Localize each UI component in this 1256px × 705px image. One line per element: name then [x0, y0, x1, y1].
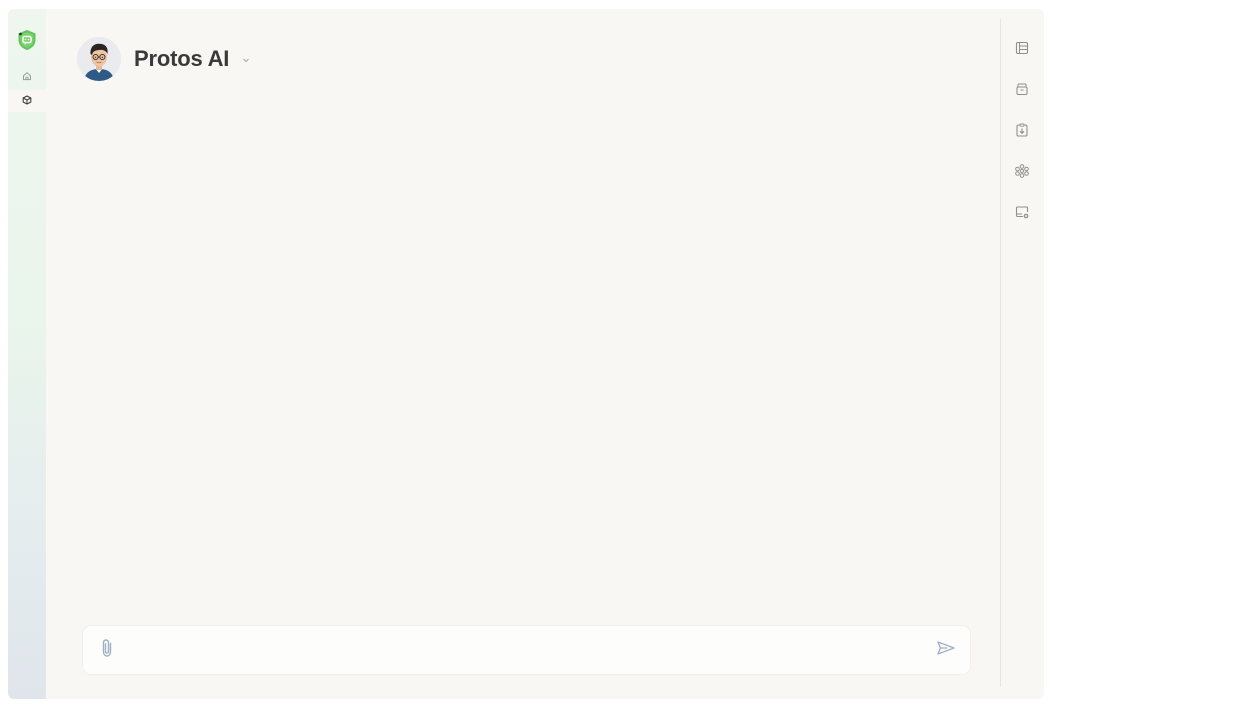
agent-selector[interactable]: Protos AI: [77, 37, 251, 81]
list-panel-icon: [1014, 40, 1030, 61]
app-window: Protos AI: [8, 9, 1044, 699]
nav-agents-button[interactable]: [8, 90, 46, 112]
agent-name: Protos AI: [134, 46, 230, 71]
right-toolbar: [1001, 9, 1044, 699]
integrations-button[interactable]: [1012, 163, 1032, 183]
avatar: [77, 37, 121, 81]
screen-settings-button[interactable]: [1012, 204, 1032, 224]
cube-icon: [22, 92, 32, 110]
flower-network-icon: [1014, 163, 1030, 184]
screen-settings-icon: [1014, 204, 1030, 225]
clipboard-download-button[interactable]: [1012, 122, 1032, 142]
clipboard-download-icon: [1014, 122, 1030, 143]
chat-main: Protos AI: [46, 9, 1001, 699]
archive-button[interactable]: [1012, 81, 1032, 101]
list-panel-button[interactable]: [1012, 40, 1032, 60]
attach-button[interactable]: [95, 638, 119, 662]
nav-home-button[interactable]: [8, 66, 46, 88]
left-sidebar: [8, 9, 46, 699]
message-composer: [83, 626, 970, 674]
message-input[interactable]: [127, 636, 911, 666]
send-icon: [936, 640, 956, 661]
send-button[interactable]: [934, 638, 958, 662]
home-icon: [22, 68, 32, 86]
archive-box-icon: [1014, 81, 1030, 102]
paperclip-icon: [100, 638, 114, 663]
chevron-down-icon[interactable]: [241, 52, 251, 63]
shield-logo-icon[interactable]: [16, 29, 38, 51]
